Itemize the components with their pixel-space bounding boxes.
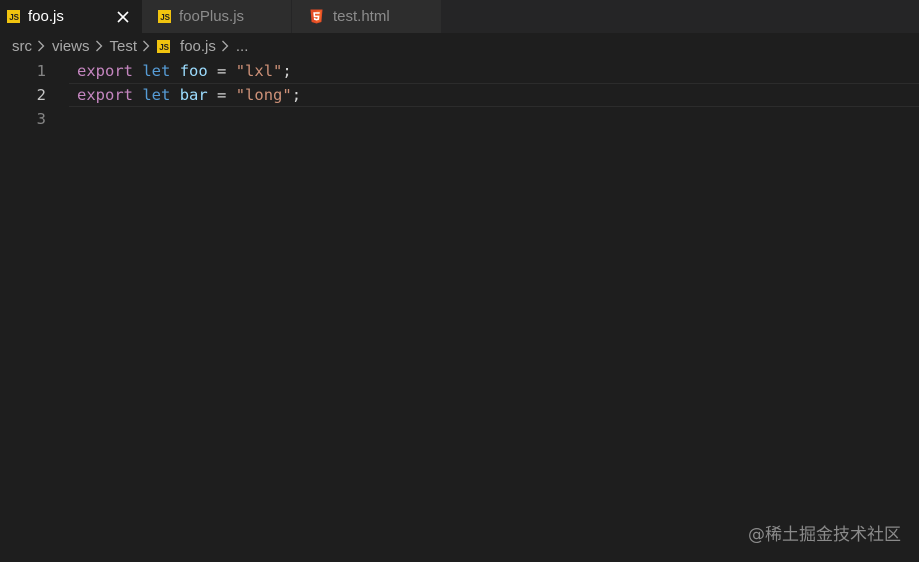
breadcrumb-file-label: foo.js	[180, 37, 216, 55]
tab-foo-js[interactable]: JS foo.js	[0, 0, 142, 33]
keyword-let: let	[142, 62, 171, 80]
js-file-icon: JS	[7, 10, 20, 23]
chevron-right-icon	[95, 39, 105, 53]
code-editor[interactable]: 1 export let foo = "lxl"; 2 export let b…	[0, 59, 919, 131]
tab-bar: JS foo.js JS fooPlus.js test.html	[0, 0, 919, 33]
watermark: @稀土掘金技术社区	[748, 525, 901, 545]
js-file-icon: JS	[158, 10, 171, 23]
operator: =	[217, 62, 227, 80]
string-literal: "long"	[235, 86, 292, 104]
line-number: 3	[36, 110, 46, 128]
js-file-icon: JS	[157, 39, 171, 53]
identifier: foo	[179, 62, 208, 80]
tab-label: foo.js	[28, 8, 64, 25]
chevron-right-icon	[37, 39, 47, 53]
keyword-export: export	[77, 86, 133, 104]
keyword-let: let	[142, 86, 171, 104]
operator: =	[217, 86, 227, 104]
tab-fooplus-js[interactable]: JS fooPlus.js	[142, 0, 292, 33]
keyword-export: export	[77, 62, 133, 80]
line-number: 1	[36, 62, 46, 80]
breadcrumb-item-file[interactable]: JS foo.js	[157, 38, 216, 55]
chevron-right-icon	[142, 39, 152, 53]
breadcrumb-item-views[interactable]: views	[52, 38, 90, 55]
tab-label: fooPlus.js	[179, 8, 245, 25]
string-literal: "lxl"	[235, 62, 283, 80]
tab-label: test.html	[333, 8, 390, 25]
breadcrumb: src views Test JS foo.js ...	[0, 33, 919, 59]
code-text[interactable]: export let foo = "lxl";	[77, 59, 292, 83]
breadcrumb-item-test[interactable]: Test	[110, 38, 138, 55]
line-number: 2	[36, 86, 46, 104]
close-icon[interactable]	[115, 9, 131, 25]
code-line[interactable]: 3	[0, 107, 919, 131]
code-line-current[interactable]: 2 export let bar = "long";	[0, 83, 919, 107]
editor-window: JS foo.js JS fooPlus.js test.html src vi…	[0, 0, 919, 562]
semicolon: ;	[282, 62, 292, 80]
tab-test-html[interactable]: test.html	[292, 0, 442, 33]
html5-file-icon	[310, 9, 323, 24]
breadcrumb-item-src[interactable]: src	[12, 38, 32, 55]
semicolon: ;	[291, 86, 302, 104]
chevron-right-icon	[221, 39, 231, 53]
code-text[interactable]: export let bar = "long";	[77, 83, 301, 107]
code-line[interactable]: 1 export let foo = "lxl";	[0, 59, 919, 83]
breadcrumb-more[interactable]: ...	[236, 38, 249, 55]
identifier: bar	[179, 86, 208, 104]
